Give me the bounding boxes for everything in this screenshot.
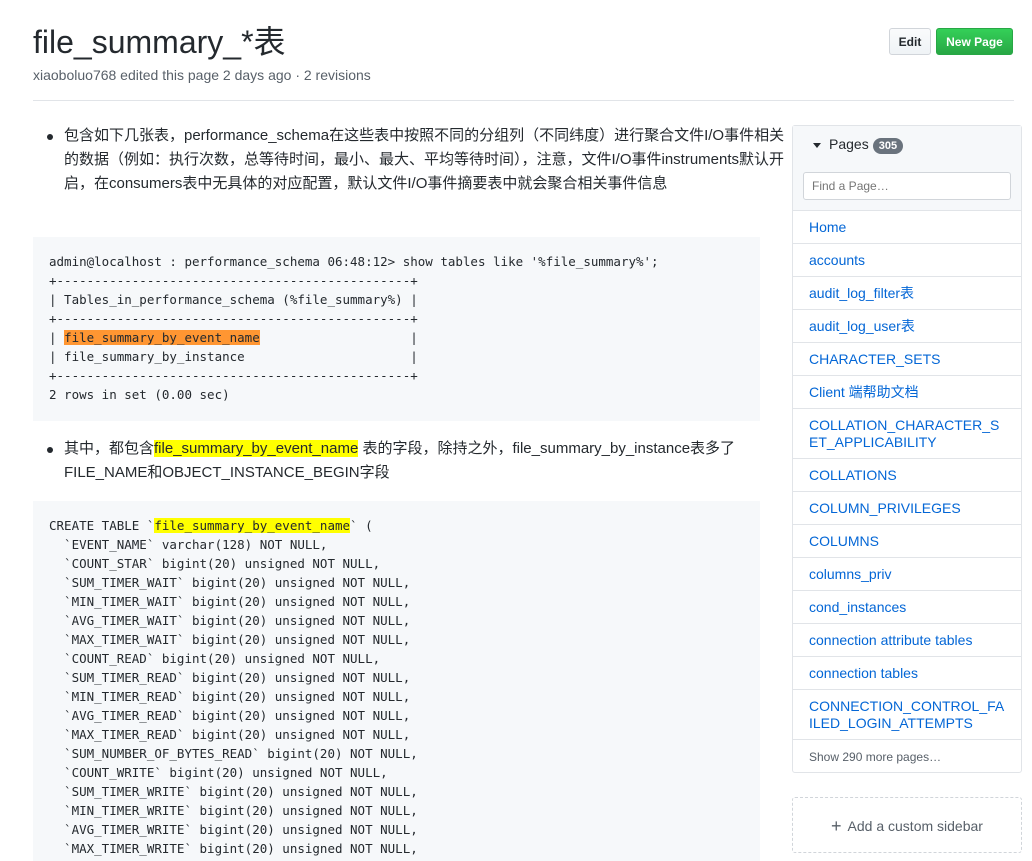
revision-meta: xiaoboluo768 edited this page 2 days ago… [33, 67, 371, 83]
pages-list: Home accounts audit_log_filter表 audit_lo… [793, 211, 1021, 740]
code-line: `MIN_TIMER_READ` bigint(20) unsigned NOT… [49, 689, 411, 704]
code-line: `MIN_TIMER_WRITE` bigint(20) unsigned NO… [49, 803, 418, 818]
code-text: | [49, 330, 65, 345]
sidebar-item-columns-priv[interactable]: columns_priv [793, 558, 1021, 591]
highlighted-table-name: file_summary_by_event_name [64, 330, 260, 345]
code-line: `COUNT_STAR` bigint(20) unsigned NOT NUL… [49, 556, 381, 571]
sidebar-item-cond-instances[interactable]: cond_instances [793, 591, 1021, 624]
add-custom-sidebar-button[interactable]: + Add a custom sidebar [792, 797, 1022, 853]
code-line: `MAX_TIMER_READ` bigint(20) unsigned NOT… [49, 727, 411, 742]
pages-toggle[interactable]: Pages 305 [813, 136, 904, 154]
list-item: 其中，都包含file_summary_by_event_name 表的字段，除持… [33, 437, 791, 485]
code-line: `AVG_TIMER_WAIT` bigint(20) unsigned NOT… [49, 613, 411, 628]
code-line: +---------------------------------------… [49, 273, 418, 288]
caret-down-icon [813, 142, 821, 148]
code-line: +---------------------------------------… [49, 311, 418, 326]
bullet-text: 包含如下几张表，performance_schema在这些表中按照不同的分组列（… [64, 127, 785, 192]
code-block-show-tables: admin@localhost : performance_schema 06:… [33, 237, 760, 421]
find-page-input[interactable] [803, 172, 1011, 200]
code-line: `SUM_TIMER_READ` bigint(20) unsigned NOT… [49, 670, 411, 685]
code-line: `SUM_NUMBER_OF_BYTES_READ` bigint(20) NO… [49, 746, 418, 761]
code-text: ` ( [350, 518, 373, 533]
sidebar-item-label: CONNECTION_CONTROL_FAILED_LOGIN_ATTEMPTS [809, 697, 1005, 731]
code-line: `MAX_TIMER_WRITE` bigint(20) unsigned NO… [49, 841, 418, 856]
pages-count-badge: 305 [872, 138, 904, 154]
sidebar-item-connection-tables[interactable]: connection tables [793, 657, 1021, 690]
plus-icon: + [831, 816, 842, 836]
highlighted-table-name: file_summary_by_event_name [154, 440, 359, 457]
sidebar-item-connection-attribute-tables[interactable]: connection attribute tables [793, 624, 1021, 657]
sidebar-item-home[interactable]: Home [793, 211, 1021, 244]
code-text: | [259, 330, 418, 345]
page-header: file_summary_*表 xiaoboluo768 edited this… [33, 22, 1014, 83]
sidebar-item-label: COLLATION_CHARACTER_SET_APPLICABILITY [809, 416, 1000, 450]
code-line: | Tables_in_performance_schema (%file_su… [49, 292, 418, 307]
edit-button[interactable]: Edit [889, 28, 931, 55]
pages-sidebar: Pages305 Home accounts audit_log_filter表… [792, 125, 1022, 773]
code-line: | file_summary_by_instance | [49, 349, 418, 364]
pages-title: Pages [829, 136, 869, 152]
add-custom-sidebar-label: Add a custom sidebar [847, 818, 983, 834]
code-line: `SUM_TIMER_WAIT` bigint(20) unsigned NOT… [49, 575, 411, 590]
show-more-pages-link[interactable]: Show 290 more pages… [793, 740, 1021, 764]
list-item: 包含如下几张表，performance_schema在这些表中按照不同的分组列（… [33, 124, 791, 196]
sidebar-item-collations[interactable]: COLLATIONS [793, 459, 1021, 492]
new-page-button[interactable]: New Page [936, 28, 1013, 55]
code-line: +---------------------------------------… [49, 368, 418, 383]
sidebar-item-audit-log-filter[interactable]: audit_log_filter表 [793, 277, 1021, 310]
page-title: file_summary_*表 [33, 24, 286, 60]
sidebar-item-connection-control-failed-login-attempts[interactable]: CONNECTION_CONTROL_FAILED_LOGIN_ATTEMPTS [793, 690, 1021, 740]
sidebar-item-columns[interactable]: COLUMNS [793, 525, 1021, 558]
code-line: admin@localhost : performance_schema 06:… [49, 254, 659, 269]
highlighted-table-name: file_summary_by_event_name [154, 518, 351, 533]
sidebar-item-column-privileges[interactable]: COLUMN_PRIVILEGES [793, 492, 1021, 525]
code-line: `MAX_TIMER_WAIT` bigint(20) unsigned NOT… [49, 632, 411, 647]
code-line: | file_summary_by_event_name | [49, 328, 744, 347]
code-text: CREATE TABLE ` [49, 518, 155, 533]
code-line: `COUNT_READ` bigint(20) unsigned NOT NUL… [49, 651, 381, 666]
sidebar-item-client-help[interactable]: Client 端帮助文档 [793, 376, 1021, 409]
bullet-text: 其中，都包含 [64, 440, 155, 457]
code-line: CREATE TABLE `file_summary_by_event_name… [49, 516, 744, 535]
pages-sidebar-header: Pages 305 [793, 126, 1021, 211]
code-block-create-table: CREATE TABLE `file_summary_by_event_name… [33, 501, 760, 861]
code-line: `AVG_TIMER_WRITE` bigint(20) unsigned NO… [49, 822, 418, 837]
code-line: `COUNT_WRITE` bigint(20) unsigned NOT NU… [49, 765, 388, 780]
sidebar-item-character-sets[interactable]: CHARACTER_SETS [793, 343, 1021, 376]
code-line: `MIN_TIMER_WAIT` bigint(20) unsigned NOT… [49, 594, 411, 609]
sidebar-item-audit-log-user[interactable]: audit_log_user表 [793, 310, 1021, 343]
code-line: 2 rows in set (0.00 sec) [49, 387, 230, 402]
code-line: `EVENT_NAME` varchar(128) NOT NULL, [49, 537, 328, 552]
code-line: `AVG_TIMER_READ` bigint(20) unsigned NOT… [49, 708, 411, 723]
header-divider [33, 100, 1014, 101]
code-line: `SUM_TIMER_WRITE` bigint(20) unsigned NO… [49, 784, 418, 799]
sidebar-item-collation-character-set-applicability[interactable]: COLLATION_CHARACTER_SET_APPLICABILITY [793, 409, 1021, 459]
sidebar-item-accounts[interactable]: accounts [793, 244, 1021, 277]
